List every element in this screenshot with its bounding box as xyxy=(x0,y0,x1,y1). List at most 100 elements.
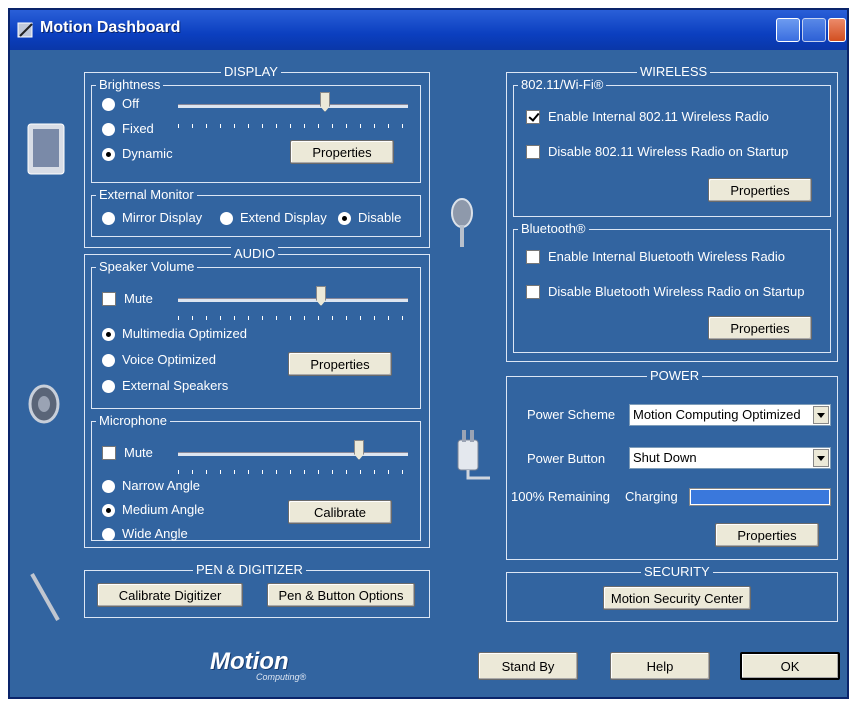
chevron-down-icon[interactable] xyxy=(813,406,829,424)
pen-digitizer-title: PEN & DIGITIZER xyxy=(193,562,306,578)
disable-wifi-startup-checkbox[interactable] xyxy=(526,145,540,159)
disable-bluetooth-startup-checkbox[interactable] xyxy=(526,285,540,299)
disable-external-radio[interactable] xyxy=(338,212,351,225)
external-speakers-radio[interactable] xyxy=(102,380,115,393)
brightness-off-radio[interactable] xyxy=(102,98,115,111)
brightness-title: Brightness xyxy=(96,77,164,93)
mirror-display-label: Mirror Display xyxy=(122,210,203,225)
wifi-group: 802.11/Wi-Fi® Enable Internal 802.11 Wir… xyxy=(513,77,831,217)
brightness-dynamic-radio[interactable] xyxy=(102,148,115,161)
brightness-fixed-label: Fixed xyxy=(122,121,154,136)
power-properties-button[interactable]: Properties xyxy=(715,523,819,547)
microphone-title: Microphone xyxy=(96,413,170,429)
wide-angle-radio[interactable] xyxy=(102,528,115,541)
motion-logo: Motion Computing® xyxy=(210,646,320,686)
wifi-properties-button[interactable]: Properties xyxy=(708,178,812,202)
tablet-icon xyxy=(27,123,65,175)
multimedia-optimized-label: Multimedia Optimized xyxy=(122,326,247,341)
logo-subtext: Computing® xyxy=(256,672,307,682)
maximize-button[interactable] xyxy=(802,18,826,42)
brightness-slider-ticks xyxy=(178,124,412,128)
multimedia-optimized-radio[interactable] xyxy=(102,328,115,341)
help-button[interactable]: Help xyxy=(610,652,710,680)
audio-title: AUDIO xyxy=(231,246,279,262)
battery-progress-bar xyxy=(689,488,831,506)
brightness-fixed-radio[interactable] xyxy=(102,123,115,136)
wireless-icon xyxy=(451,198,473,247)
microphone-mute-checkbox[interactable] xyxy=(102,446,116,460)
mirror-display-radio[interactable] xyxy=(102,212,115,225)
wireless-title: WIRELESS xyxy=(637,64,711,80)
external-monitor-group: External Monitor Mirror Display Extend D… xyxy=(91,187,421,237)
wireless-group: WIRELESS 802.11/Wi-Fi® Enable Internal 8… xyxy=(506,64,838,362)
power-button-label: Power Button xyxy=(527,451,606,466)
voice-optimized-label: Voice Optimized xyxy=(122,352,216,367)
audio-group: AUDIO Speaker Volume Mute Multimedia Opt… xyxy=(84,246,430,548)
microphone-slider-thumb[interactable] xyxy=(354,440,364,460)
extend-display-label: Extend Display xyxy=(240,210,327,225)
speaker-properties-button[interactable]: Properties xyxy=(288,352,392,376)
brightness-slider-thumb[interactable] xyxy=(320,92,330,112)
microphone-calibrate-button[interactable]: Calibrate xyxy=(288,500,392,524)
power-button-value: Shut Down xyxy=(633,450,697,465)
stand-by-button[interactable]: Stand By xyxy=(478,652,578,680)
bluetooth-group: Bluetooth® Enable Internal Bluetooth Wir… xyxy=(513,221,831,353)
display-title: DISPLAY xyxy=(221,64,281,80)
motion-security-center-button[interactable]: Motion Security Center xyxy=(603,586,751,610)
narrow-angle-radio[interactable] xyxy=(102,480,115,493)
brightness-off-label: Off xyxy=(122,96,140,111)
speaker-volume-group: Speaker Volume Mute Multimedia Optimized… xyxy=(91,259,421,409)
motion-dashboard-window: Motion Dashboard DISPLAY Brightness Off … xyxy=(8,8,849,699)
speaker-icon xyxy=(28,384,60,424)
minimize-button[interactable] xyxy=(776,18,800,42)
wide-angle-label: Wide Angle xyxy=(122,526,188,541)
window-title: Motion Dashboard xyxy=(40,19,181,36)
disable-bluetooth-startup-label: Disable Bluetooth Wireless Radio on Star… xyxy=(548,284,805,299)
chevron-down-icon[interactable] xyxy=(813,449,829,467)
disable-external-label: Disable xyxy=(358,210,402,225)
pen-digitizer-group: PEN & DIGITIZER Calibrate Digitizer Pen … xyxy=(84,562,430,618)
power-scheme-select[interactable]: Motion Computing Optimized xyxy=(629,404,831,426)
bluetooth-title: Bluetooth® xyxy=(518,221,589,237)
security-group: SECURITY Motion Security Center xyxy=(506,564,838,622)
microphone-slider-track[interactable] xyxy=(178,452,408,456)
brightness-slider-track[interactable] xyxy=(178,104,408,108)
speaker-volume-slider-track[interactable] xyxy=(178,298,408,302)
external-monitor-title: External Monitor xyxy=(96,187,197,203)
ok-button[interactable]: OK xyxy=(740,652,840,680)
voice-optimized-radio[interactable] xyxy=(102,354,115,367)
enable-wifi-checkbox[interactable] xyxy=(526,110,540,124)
pen-button-options-button[interactable]: Pen & Button Options xyxy=(267,583,415,607)
calibrate-digitizer-button[interactable]: Calibrate Digitizer xyxy=(97,583,243,607)
enable-bluetooth-checkbox[interactable] xyxy=(526,250,540,264)
battery-progress-fill xyxy=(691,490,829,504)
power-title: POWER xyxy=(647,368,703,384)
battery-remaining-label: 100% Remaining xyxy=(511,489,611,504)
dashboard-body: DISPLAY Brightness Off Fixed Dynamic Pro… xyxy=(10,50,847,697)
enable-bluetooth-label: Enable Internal Bluetooth Wireless Radio xyxy=(548,249,786,264)
battery-status-label: Charging xyxy=(625,489,678,504)
power-scheme-value: Motion Computing Optimized xyxy=(633,407,801,422)
speaker-volume-slider-thumb[interactable] xyxy=(316,286,326,306)
medium-angle-radio[interactable] xyxy=(102,504,115,517)
external-speakers-label: External Speakers xyxy=(122,378,229,393)
medium-angle-label: Medium Angle xyxy=(122,502,205,517)
brightness-properties-button[interactable]: Properties xyxy=(290,140,394,164)
power-group: POWER Power Scheme Motion Computing Opti… xyxy=(506,368,838,560)
enable-wifi-label: Enable Internal 802.11 Wireless Radio xyxy=(548,109,769,124)
power-plug-icon xyxy=(457,430,490,480)
title-bar[interactable]: Motion Dashboard xyxy=(10,10,847,50)
extend-display-radio[interactable] xyxy=(220,212,233,225)
speaker-volume-title: Speaker Volume xyxy=(96,259,198,275)
bluetooth-properties-button[interactable]: Properties xyxy=(708,316,812,340)
speaker-volume-slider-ticks xyxy=(178,316,412,320)
speaker-mute-checkbox[interactable] xyxy=(102,292,116,306)
display-group: DISPLAY Brightness Off Fixed Dynamic Pro… xyxy=(84,64,430,248)
app-icon xyxy=(17,22,33,38)
microphone-slider-ticks xyxy=(178,470,412,474)
brightness-group: Brightness Off Fixed Dynamic Properties xyxy=(91,77,421,183)
security-title: SECURITY xyxy=(641,564,713,580)
power-button-select[interactable]: Shut Down xyxy=(629,447,831,469)
close-button[interactable] xyxy=(828,18,846,42)
disable-wifi-startup-label: Disable 802.11 Wireless Radio on Startup xyxy=(548,144,789,159)
